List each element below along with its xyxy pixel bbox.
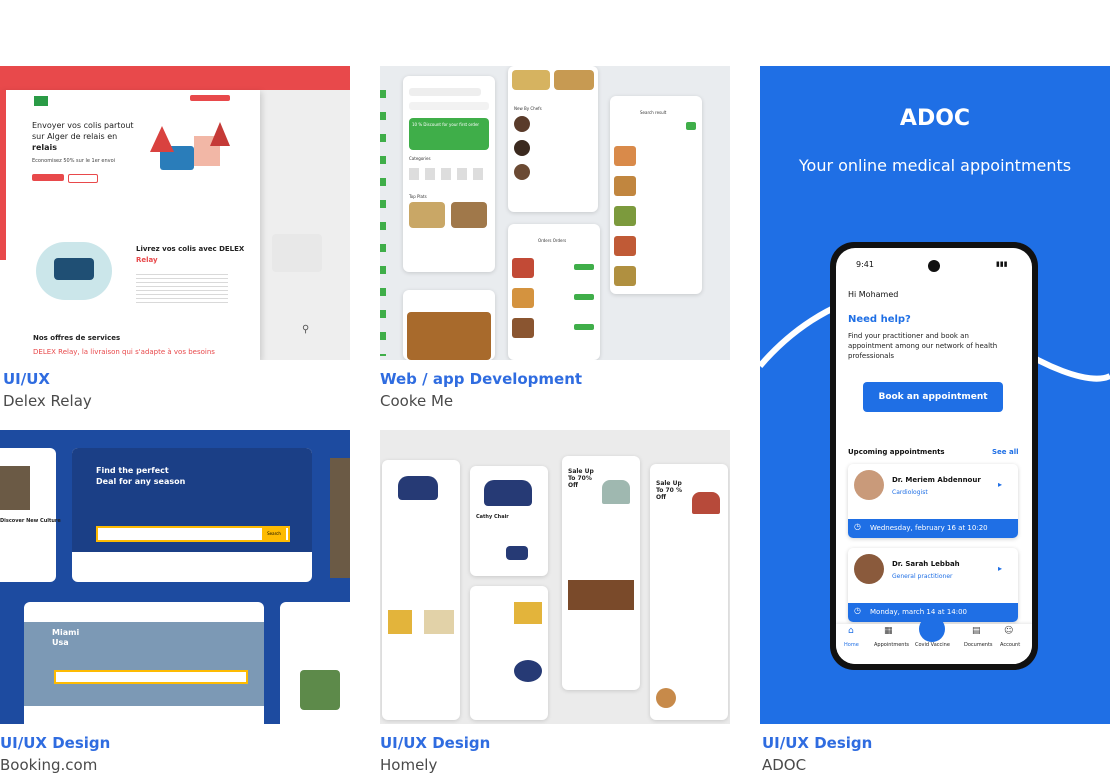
location-field[interactable] <box>409 88 481 96</box>
send-parcel-button[interactable] <box>32 174 64 181</box>
destination-city: Miami <box>52 628 80 637</box>
home-icon[interactable]: ⌂ <box>848 626 854 636</box>
project-category: UI/UX <box>3 370 50 388</box>
nav-covid-vaccine[interactable]: Covid Vaccine <box>915 642 950 648</box>
app-screen-detail: Cathy Chair <box>470 466 548 576</box>
app-screen-product <box>382 460 460 720</box>
search-button[interactable]: Search <box>262 528 286 540</box>
nav-home[interactable]: Home <box>844 642 859 648</box>
booking-search-bar[interactable] <box>54 670 248 684</box>
filter-button[interactable] <box>686 122 696 130</box>
delex-top-band <box>0 66 350 90</box>
doctor-name: Dr. Sarah Lebbah <box>892 560 960 568</box>
sale-banner: Sale Up To 70% Off <box>568 468 594 489</box>
project-card-booking[interactable]: Find the perfect Deal for any season Sea… <box>0 430 350 724</box>
video-call-icon[interactable]: ▸ <box>998 564 1002 573</box>
app-screen-search: Search result <box>610 96 702 294</box>
project-title[interactable]: Booking.com <box>0 756 97 774</box>
search-input[interactable] <box>409 102 489 110</box>
doctor-name: Dr. Meriem Abdennour <box>892 476 981 484</box>
services-title: Nos offres de services <box>33 334 121 342</box>
project-category: UI/UX Design <box>762 734 873 752</box>
status-time: 9:41 <box>856 260 874 269</box>
appointment-date: Wednesday, february 16 at 10:20 <box>870 524 988 532</box>
clock-icon: ◷ <box>854 606 861 615</box>
battery-icon: ▮▮▮ <box>996 260 1008 268</box>
project-title[interactable]: Cooke Me <box>380 392 453 410</box>
camera-notch <box>928 260 940 272</box>
help-title: Need help? <box>848 314 911 325</box>
upcoming-title: Upcoming appointments <box>848 448 945 456</box>
learn-more-button[interactable] <box>68 174 98 183</box>
chef-avatar[interactable] <box>514 140 530 156</box>
project-title[interactable]: Homely <box>380 756 437 774</box>
project-title[interactable]: ADOC <box>762 756 806 774</box>
appointment-date: Monday, march 14 at 14:00 <box>870 608 967 616</box>
phone-screen: 9:41 ▮▮▮ Hi Mohamed Need help? Find your… <box>836 248 1032 664</box>
chef-avatar[interactable] <box>514 164 530 180</box>
nav-documents[interactable]: Documents <box>964 642 993 648</box>
nav-account[interactable]: Account <box>1000 642 1020 648</box>
doctor-avatar <box>854 554 884 584</box>
category-icons[interactable] <box>409 168 489 180</box>
booking-hero-title: Find the perfect <box>96 466 169 475</box>
greeting: Hi Mohamed <box>848 290 899 299</box>
app-screen-dish <box>403 290 495 360</box>
login-button[interactable] <box>190 95 230 101</box>
clock-icon: ◷ <box>854 522 861 531</box>
order-button[interactable] <box>574 264 594 270</box>
doctor-specialty: General practitioner <box>892 573 953 580</box>
vaccine-icon[interactable] <box>919 616 945 642</box>
delex-logo <box>34 96 48 106</box>
app-screen-home: 10 % Discount for your first order Categ… <box>403 76 495 272</box>
delex-promo: Economisez 50% sur le 1er envoi <box>32 158 116 164</box>
project-category: UI/UX Design <box>380 734 491 752</box>
adoc-subtitle: Your online medical appointments <box>798 156 1072 175</box>
app-screen-sale-2: Sale Up To 70 % Off <box>650 464 728 720</box>
phone-mockup: 9:41 ▮▮▮ Hi Mohamed Need help? Find your… <box>830 242 1038 670</box>
see-all-link[interactable]: See all <box>992 448 1019 456</box>
project-card-delex[interactable]: Envoyer vos colis partout sur Alger de r… <box>0 66 350 360</box>
dish-image[interactable] <box>409 202 445 228</box>
project-card-homely[interactable]: Cathy Chair Sale Up To 70% Off Sale Up T… <box>380 430 730 724</box>
search-icon: ⚲ <box>302 324 310 335</box>
nav-appointments[interactable]: Appointments <box>874 642 909 648</box>
dish-image[interactable] <box>451 202 487 228</box>
discover-title: Discover New Culture <box>0 518 61 524</box>
booking-search-bar[interactable] <box>96 526 290 542</box>
project-title[interactable]: Delex Relay <box>3 392 92 410</box>
delex-paragraph-lines <box>136 271 228 305</box>
app-screen-orders: Orders Orders <box>508 224 600 360</box>
video-call-icon[interactable]: ▸ <box>998 480 1002 489</box>
documents-icon[interactable]: ▤ <box>972 626 981 636</box>
order-button[interactable] <box>574 294 594 300</box>
project-category: Web / app Development <box>380 370 583 388</box>
project-category: UI/UX Design <box>0 734 111 752</box>
product-name: Cathy Chair <box>476 514 509 520</box>
doctor-specialty: Cardiologist <box>892 489 928 496</box>
account-icon[interactable]: ☺ <box>1004 626 1013 636</box>
chef-avatar[interactable] <box>514 116 530 132</box>
book-appointment-button[interactable]: Book an appointment <box>863 382 1003 412</box>
order-button[interactable] <box>574 324 594 330</box>
app-screen-list <box>470 586 548 720</box>
adoc-title: ADOC <box>899 106 971 131</box>
chair-image <box>398 476 438 500</box>
app-screen-chefs: New By Chefs <box>508 66 598 212</box>
delex-section-title: Livrez vos colis avec DELEX <box>136 245 245 253</box>
delex-headline: Envoyer vos colis partout <box>32 121 134 130</box>
calendar-icon[interactable]: ▦ <box>884 626 893 636</box>
dish-photo <box>407 312 491 360</box>
app-screen-sale: Sale Up To 70% Off <box>562 456 640 690</box>
doctor-avatar <box>854 470 884 500</box>
project-card-cooke[interactable]: 10 % Discount for your first order Categ… <box>380 66 730 360</box>
